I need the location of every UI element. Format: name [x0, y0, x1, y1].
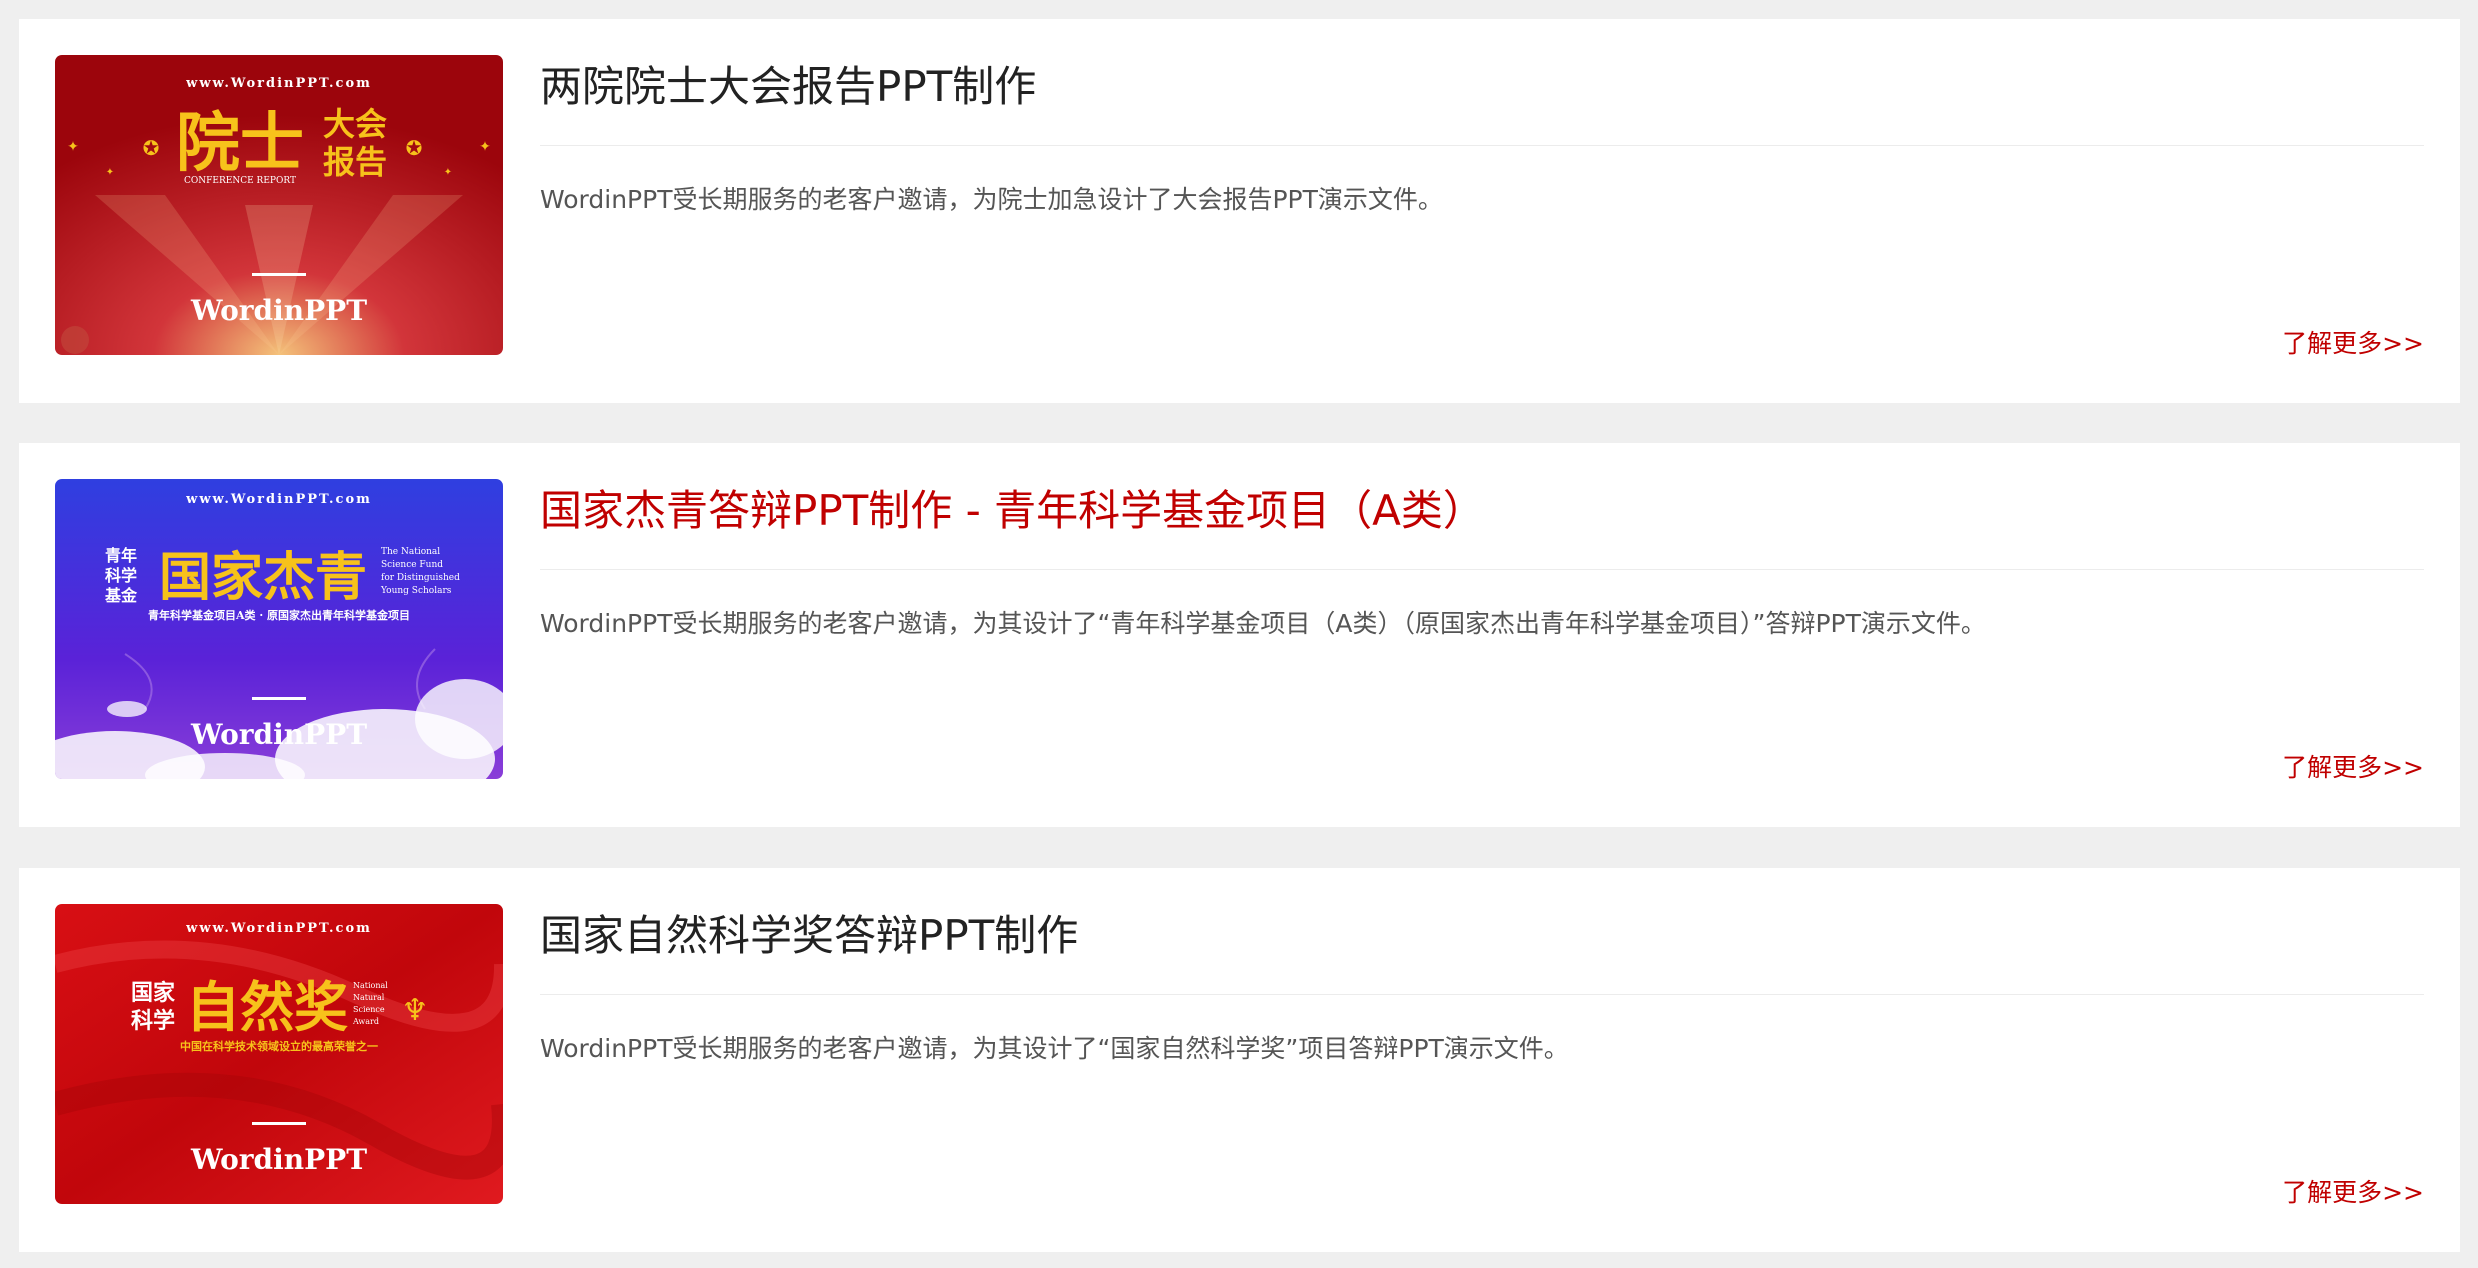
thumb-english: CONFERENCE REPORT — [184, 176, 296, 186]
thumb-divider — [252, 1122, 306, 1125]
case-thumbnail-2[interactable]: www.WordinPPT.com 青年 科学 基金 国家杰青 The Nati… — [55, 479, 503, 779]
thumb-english-line1: National — [353, 981, 388, 990]
title-divider — [540, 569, 2424, 570]
title-divider — [540, 145, 2424, 146]
star-icon: ✦ — [67, 139, 79, 155]
thumb-side-line1: 国家 — [131, 980, 176, 1006]
thumb-url: www.WordinPPT.com — [185, 921, 372, 936]
thumb-brand: WordinPPT — [190, 718, 367, 751]
thumb-side-line2: 报告 — [323, 143, 387, 181]
thumb-english-line3: Science — [353, 1005, 385, 1014]
thumb-divider — [252, 273, 306, 276]
thumb-main-chars: 自然奖 — [186, 975, 348, 1039]
emblem-icon: ✪ — [406, 136, 423, 160]
case-card-2[interactable]: www.WordinPPT.com 青年 科学 基金 国家杰青 The Nati… — [19, 443, 2460, 827]
trophy-icon: ♆ — [402, 993, 429, 1028]
case-title[interactable]: 两院院士大会报告PPT制作 — [540, 59, 1036, 115]
thumb-url: www.WordinPPT.com — [185, 76, 372, 91]
star-icon: ✦ — [106, 167, 114, 178]
thumb-side-line1: 青年 — [105, 546, 137, 565]
case-card-3[interactable]: www.WordinPPT.com 国家 科学 自然奖 National Nat… — [19, 868, 2460, 1252]
natural-science-award-cover-image: www.WordinPPT.com 国家 科学 自然奖 National Nat… — [55, 904, 503, 1204]
title-divider — [540, 994, 2424, 995]
case-thumbnail-1[interactable]: www.WordinPPT.com 院士 大会 报告 CONFERENCE RE… — [55, 55, 503, 355]
thumb-side-line2: 科学 — [105, 566, 137, 585]
thumb-english-line4: Award — [352, 1017, 379, 1026]
thumb-side-line1: 大会 — [323, 105, 387, 143]
thumb-brand: WordinPPT — [190, 1143, 367, 1176]
learn-more-link[interactable]: 了解更多>> — [2282, 751, 2424, 785]
thumb-brand: WordinPPT — [190, 294, 367, 327]
young-scholars-cover-image: www.WordinPPT.com 青年 科学 基金 国家杰青 The Nati… — [55, 479, 503, 779]
learn-more-link[interactable]: 了解更多>> — [2282, 1176, 2424, 1210]
thumb-english-line1: The National — [381, 547, 440, 557]
academician-report-cover-image: www.WordinPPT.com 院士 大会 报告 CONFERENCE RE… — [55, 55, 503, 355]
thumb-url: www.WordinPPT.com — [185, 492, 372, 507]
case-thumbnail-3[interactable]: www.WordinPPT.com 国家 科学 自然奖 National Nat… — [55, 904, 503, 1204]
star-icon: ✦ — [479, 139, 491, 155]
thumb-subtitle: 青年科学基金项目A类 · 原国家杰出青年科学基金项目 — [148, 608, 410, 622]
case-title[interactable]: 国家自然科学奖答辩PPT制作 — [540, 908, 1078, 964]
star-icon: ✦ — [444, 167, 452, 178]
emblem-icon: ✪ — [143, 136, 160, 160]
thumb-english-line2: Natural — [353, 993, 385, 1002]
thumb-side-line3: 基金 — [104, 586, 138, 605]
thumb-divider — [252, 697, 306, 700]
case-description: WordinPPT受长期服务的老客户邀请，为院士加急设计了大会报告PPT演示文件… — [540, 185, 1443, 214]
learn-more-link[interactable]: 了解更多>> — [2282, 327, 2424, 361]
thumb-english-line4: Young Scholars — [380, 586, 452, 596]
case-description: WordinPPT受长期服务的老客户邀请，为其设计了“青年科学基金项目（A类）（… — [540, 609, 1986, 638]
thumb-english-line2: Science Fund — [381, 560, 443, 570]
thumb-subtitle: 中国在科学技术领域设立的最高荣誉之一 — [180, 1039, 378, 1053]
thumb-english-line3: for Distinguished — [381, 573, 460, 583]
case-description: WordinPPT受长期服务的老客户邀请，为其设计了“国家自然科学奖”项目答辩P… — [540, 1034, 1569, 1063]
case-title[interactable]: 国家杰青答辩PPT制作 - 青年科学基金项目（A类） — [540, 483, 1485, 539]
case-card-1[interactable]: www.WordinPPT.com 院士 大会 报告 CONFERENCE RE… — [19, 19, 2460, 403]
thumb-main-chars: 国家杰青 — [159, 547, 367, 608]
thumb-side-line2: 科学 — [131, 1008, 175, 1034]
thumb-main-chars: 院士 — [176, 106, 304, 181]
